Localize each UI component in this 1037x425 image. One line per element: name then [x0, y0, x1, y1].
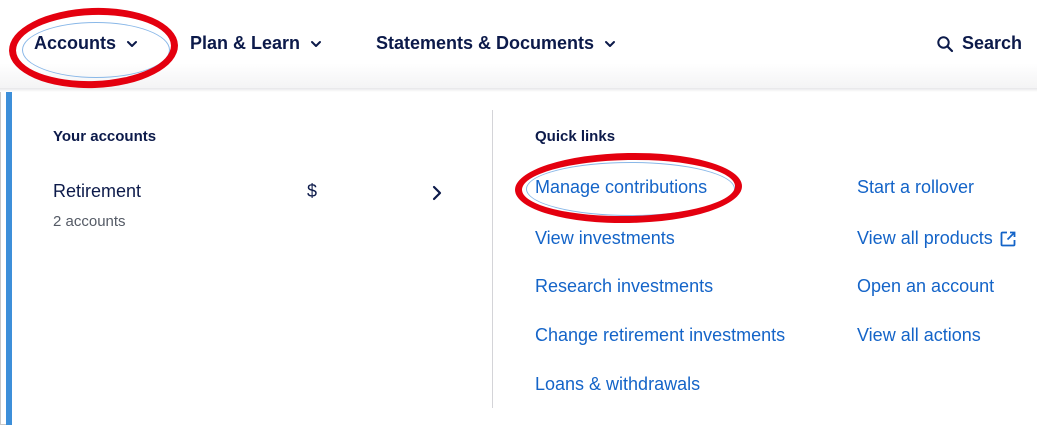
nav-plan-learn-label: Plan & Learn: [190, 33, 301, 53]
account-count: 2 accounts: [53, 213, 126, 230]
link-open-account[interactable]: Open an account: [857, 276, 994, 297]
chevron-down-icon: [603, 37, 617, 51]
nav-accounts-menu[interactable]: Accounts: [34, 33, 139, 54]
account-name: Retirement: [53, 181, 142, 201]
chevron-right-icon[interactable]: [430, 184, 444, 202]
link-start-rollover[interactable]: Start a rollover: [857, 177, 974, 198]
link-research-investments[interactable]: Research investments: [535, 276, 713, 297]
chevron-down-icon: [309, 37, 323, 51]
your-accounts-heading: Your accounts: [53, 128, 157, 145]
link-loans-withdrawals[interactable]: Loans & withdrawals: [535, 374, 700, 395]
link-view-all-products[interactable]: View all products: [857, 228, 1017, 249]
nav-statements-label: Statements & Documents: [376, 33, 595, 53]
link-change-retirement-investments[interactable]: Change retirement investments: [535, 325, 785, 346]
nav-plan-learn-menu[interactable]: Plan & Learn: [190, 33, 323, 54]
quick-links-heading: Quick links: [535, 128, 616, 145]
link-manage-contributions[interactable]: Manage contributions: [535, 177, 707, 198]
search-label: Search: [962, 33, 1023, 53]
nav-accounts-label: Accounts: [34, 33, 117, 53]
link-view-all-actions[interactable]: View all actions: [857, 325, 981, 346]
chevron-down-icon: [125, 37, 139, 51]
accounts-dropdown-panel: [12, 92, 1037, 425]
column-divider: [492, 110, 493, 408]
search-button[interactable]: Search: [936, 33, 1022, 54]
search-icon: [936, 35, 954, 53]
external-link-icon: [999, 230, 1017, 248]
account-balance-symbol: $: [307, 181, 318, 201]
link-view-all-products-label: View all products: [857, 228, 993, 248]
link-view-investments[interactable]: View investments: [535, 228, 675, 249]
nav-statements-documents-menu[interactable]: Statements & Documents: [376, 33, 617, 54]
top-navigation: Accounts Plan & Learn Statements & Docum…: [0, 0, 1037, 90]
